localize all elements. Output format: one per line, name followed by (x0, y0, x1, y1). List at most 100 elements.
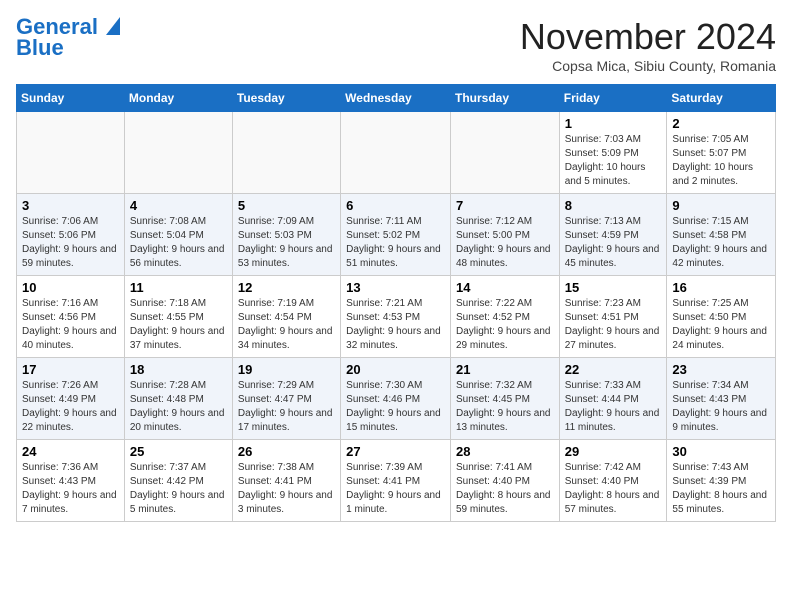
day-info: Sunrise: 7:09 AM Sunset: 5:03 PM Dayligh… (238, 215, 335, 271)
day-cell: 29 Sunrise: 7:42 AM Sunset: 4:40 PM Dayli… (559, 440, 667, 522)
day-info: Sunrise: 7:23 AM Sunset: 4:51 PM Dayligh… (565, 297, 662, 353)
day-info: Sunrise: 7:34 AM Sunset: 4:43 PM Dayligh… (672, 379, 770, 435)
day-info: Sunrise: 7:06 AM Sunset: 5:06 PM Dayligh… (22, 215, 119, 271)
day-info: Sunrise: 7:08 AM Sunset: 5:04 PM Dayligh… (130, 215, 227, 271)
day-info: Sunrise: 7:16 AM Sunset: 4:56 PM Dayligh… (22, 297, 119, 353)
day-info: Sunrise: 7:26 AM Sunset: 4:49 PM Dayligh… (22, 379, 119, 435)
day-number: 21 (456, 362, 554, 377)
day-info: Sunrise: 7:03 AM Sunset: 5:09 PM Dayligh… (565, 133, 662, 189)
day-number: 15 (565, 280, 662, 295)
day-number: 9 (672, 198, 770, 213)
day-number: 19 (238, 362, 335, 377)
day-cell: 15 Sunrise: 7:23 AM Sunset: 4:51 PM Dayli… (559, 276, 667, 358)
day-number: 7 (456, 198, 554, 213)
day-info: Sunrise: 7:38 AM Sunset: 4:41 PM Dayligh… (238, 461, 335, 517)
day-number: 25 (130, 444, 227, 459)
day-cell: 17 Sunrise: 7:26 AM Sunset: 4:49 PM Dayli… (17, 358, 125, 440)
day-info: Sunrise: 7:13 AM Sunset: 4:59 PM Dayligh… (565, 215, 662, 271)
day-number: 18 (130, 362, 227, 377)
weekday-header-monday: Monday (124, 85, 232, 112)
day-number: 16 (672, 280, 770, 295)
day-info: Sunrise: 7:29 AM Sunset: 4:47 PM Dayligh… (238, 379, 335, 435)
day-cell: 27Sunrise: 7:39 AM Sunset: 4:41 PM Dayli… (341, 440, 451, 522)
day-cell: 16 Sunrise: 7:25 AM Sunset: 4:50 PM Dayli… (667, 276, 776, 358)
day-cell: 9 Sunrise: 7:15 AM Sunset: 4:58 PM Daylig… (667, 194, 776, 276)
day-info: Sunrise: 7:15 AM Sunset: 4:58 PM Dayligh… (672, 215, 770, 271)
day-number: 1 (565, 116, 662, 131)
day-info: Sunrise: 7:12 AM Sunset: 5:00 PM Dayligh… (456, 215, 554, 271)
day-number: 3 (22, 198, 119, 213)
day-info: Sunrise: 7:42 AM Sunset: 4:40 PM Dayligh… (565, 461, 662, 517)
day-number: 23 (672, 362, 770, 377)
day-info: Sunrise: 7:41 AM Sunset: 4:40 PM Dayligh… (456, 461, 554, 517)
day-cell: 21Sunrise: 7:32 AM Sunset: 4:45 PM Dayli… (450, 358, 559, 440)
day-number: 12 (238, 280, 335, 295)
week-row-5: 24 Sunrise: 7:36 AM Sunset: 4:43 PM Dayli… (17, 440, 776, 522)
day-info: Sunrise: 7:05 AM Sunset: 5:07 PM Dayligh… (672, 133, 770, 189)
weekday-header-row: SundayMondayTuesdayWednesdayThursdayFrid… (17, 85, 776, 112)
day-info: Sunrise: 7:36 AM Sunset: 4:43 PM Dayligh… (22, 461, 119, 517)
weekday-header-tuesday: Tuesday (232, 85, 340, 112)
day-number: 24 (22, 444, 119, 459)
day-cell: 5 Sunrise: 7:09 AM Sunset: 5:03 PM Daylig… (232, 194, 340, 276)
day-info: Sunrise: 7:18 AM Sunset: 4:55 PM Dayligh… (130, 297, 227, 353)
weekday-header-sunday: Sunday (17, 85, 125, 112)
day-number: 4 (130, 198, 227, 213)
day-cell: 12Sunrise: 7:19 AM Sunset: 4:54 PM Dayli… (232, 276, 340, 358)
header: General Blue November 2024 Copsa Mica, S… (16, 16, 776, 74)
day-info: Sunrise: 7:25 AM Sunset: 4:50 PM Dayligh… (672, 297, 770, 353)
day-cell: 19 Sunrise: 7:29 AM Sunset: 4:47 PM Dayli… (232, 358, 340, 440)
day-cell: 28 Sunrise: 7:41 AM Sunset: 4:40 PM Dayli… (450, 440, 559, 522)
title-area: November 2024 Copsa Mica, Sibiu County, … (520, 16, 776, 74)
weekday-header-thursday: Thursday (450, 85, 559, 112)
week-row-3: 10Sunrise: 7:16 AM Sunset: 4:56 PM Dayli… (17, 276, 776, 358)
day-info: Sunrise: 7:37 AM Sunset: 4:42 PM Dayligh… (130, 461, 227, 517)
logo-triangle-icon (106, 17, 120, 39)
day-info: Sunrise: 7:30 AM Sunset: 4:46 PM Dayligh… (346, 379, 445, 435)
day-cell: 23 Sunrise: 7:34 AM Sunset: 4:43 PM Dayli… (667, 358, 776, 440)
day-cell (124, 112, 232, 194)
weekday-header-friday: Friday (559, 85, 667, 112)
weekday-header-wednesday: Wednesday (341, 85, 451, 112)
day-number: 5 (238, 198, 335, 213)
day-cell (232, 112, 340, 194)
day-cell: 10Sunrise: 7:16 AM Sunset: 4:56 PM Dayli… (17, 276, 125, 358)
day-number: 30 (672, 444, 770, 459)
day-number: 26 (238, 444, 335, 459)
day-cell: 13 Sunrise: 7:21 AM Sunset: 4:53 PM Dayli… (341, 276, 451, 358)
day-number: 28 (456, 444, 554, 459)
day-cell: 24 Sunrise: 7:36 AM Sunset: 4:43 PM Dayli… (17, 440, 125, 522)
day-cell: 8 Sunrise: 7:13 AM Sunset: 4:59 PM Daylig… (559, 194, 667, 276)
day-cell: 4 Sunrise: 7:08 AM Sunset: 5:04 PM Daylig… (124, 194, 232, 276)
day-number: 17 (22, 362, 119, 377)
day-cell: 11 Sunrise: 7:18 AM Sunset: 4:55 PM Dayli… (124, 276, 232, 358)
day-cell: 6 Sunrise: 7:11 AM Sunset: 5:02 PM Daylig… (341, 194, 451, 276)
day-cell (450, 112, 559, 194)
week-row-2: 3 Sunrise: 7:06 AM Sunset: 5:06 PM Daylig… (17, 194, 776, 276)
day-number: 13 (346, 280, 445, 295)
day-cell (341, 112, 451, 194)
day-number: 2 (672, 116, 770, 131)
location-title: Copsa Mica, Sibiu County, Romania (520, 58, 776, 74)
day-info: Sunrise: 7:21 AM Sunset: 4:53 PM Dayligh… (346, 297, 445, 353)
day-number: 14 (456, 280, 554, 295)
day-number: 11 (130, 280, 227, 295)
day-cell: 26 Sunrise: 7:38 AM Sunset: 4:41 PM Dayli… (232, 440, 340, 522)
day-cell: 30 Sunrise: 7:43 AM Sunset: 4:39 PM Dayli… (667, 440, 776, 522)
day-info: Sunrise: 7:11 AM Sunset: 5:02 PM Dayligh… (346, 215, 445, 271)
day-cell: 7 Sunrise: 7:12 AM Sunset: 5:00 PM Daylig… (450, 194, 559, 276)
day-cell: 14Sunrise: 7:22 AM Sunset: 4:52 PM Dayli… (450, 276, 559, 358)
calendar-table: SundayMondayTuesdayWednesdayThursdayFrid… (16, 84, 776, 522)
day-number: 29 (565, 444, 662, 459)
day-cell (17, 112, 125, 194)
logo-blue: Blue (16, 35, 64, 61)
day-cell: 25 Sunrise: 7:37 AM Sunset: 4:42 PM Dayli… (124, 440, 232, 522)
day-number: 20 (346, 362, 445, 377)
day-number: 8 (565, 198, 662, 213)
day-number: 27 (346, 444, 445, 459)
weekday-header-saturday: Saturday (667, 85, 776, 112)
day-info: Sunrise: 7:43 AM Sunset: 4:39 PM Dayligh… (672, 461, 770, 517)
day-cell: 18Sunrise: 7:28 AM Sunset: 4:48 PM Dayli… (124, 358, 232, 440)
day-info: Sunrise: 7:33 AM Sunset: 4:44 PM Dayligh… (565, 379, 662, 435)
day-number: 6 (346, 198, 445, 213)
